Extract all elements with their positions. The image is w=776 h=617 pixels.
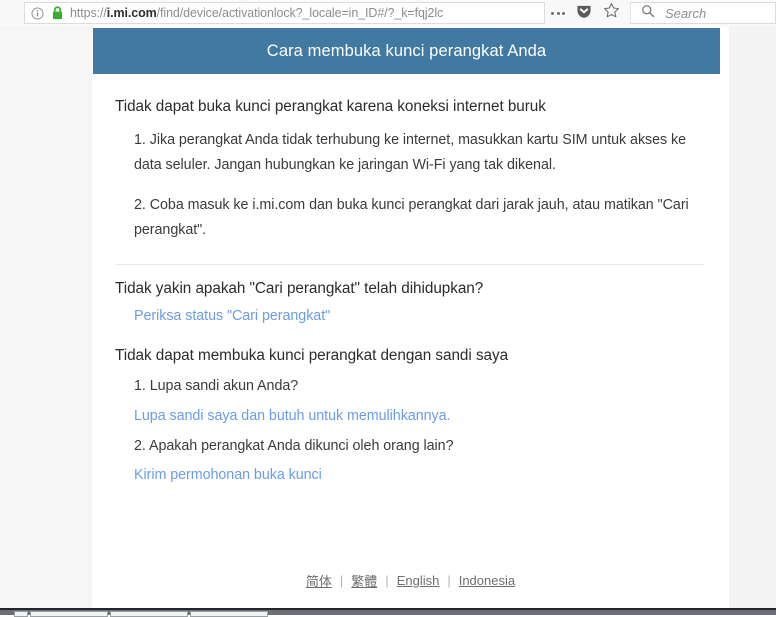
green-padlock-icon[interactable] <box>52 6 63 20</box>
search-input[interactable] <box>663 4 775 22</box>
section-1-paragraph-2: 2. Coba masuk ke i.mi.com dan buka kunci… <box>134 197 689 238</box>
page-title-banner: Cara membuka kunci perangkat Anda <box>93 28 720 74</box>
bookmark-star-icon[interactable] <box>603 2 620 24</box>
info-circle-icon[interactable] <box>31 7 44 20</box>
section-3-link-row-2: Kirim permohonan buka kunci <box>115 454 705 484</box>
content-card: Cara membuka kunci perangkat Anda Tidak … <box>92 26 729 608</box>
os-taskbar <box>0 608 776 617</box>
footer-separator-3: | <box>447 573 451 588</box>
card-body: Tidak dapat buka kunci perangkat karena … <box>92 74 729 484</box>
browser-toolbar: https://i.mi.com/find/device/activationl… <box>0 0 776 26</box>
section-3-question-1: 1. Lupa sandi akun Anda? <box>134 378 299 394</box>
url-text: https://i.mi.com/find/device/activationl… <box>70 6 540 20</box>
page-title: Cara membuka kunci perangkat Anda <box>266 41 547 60</box>
taskbar-window-item[interactable] <box>190 611 268 617</box>
taskbar-window-item[interactable] <box>110 611 188 617</box>
section-2-link-row: Periksa status "Cari perangkat" <box>115 298 705 325</box>
footer-separator-2: | <box>385 573 389 588</box>
language-link-english[interactable]: English <box>397 573 440 588</box>
submit-unlock-request-link[interactable]: Kirim permohonan buka kunci <box>134 467 322 483</box>
check-find-device-status-link[interactable]: Periksa status "Cari perangkat" <box>134 308 330 324</box>
magnifier-icon <box>641 4 655 23</box>
taskbar-window-item[interactable] <box>30 611 108 617</box>
section-3-link-row-1: Lupa sandi saya dan butuh untuk memulihk… <box>115 394 705 425</box>
language-link-simplified-chinese[interactable]: 简体 <box>306 571 332 590</box>
search-bar[interactable] <box>630 2 776 24</box>
page-viewport: Cara membuka kunci perangkat Anda Tidak … <box>0 26 776 608</box>
footer-separator-1: | <box>339 573 344 588</box>
section-1-paragraph-1: 1. Jika perangkat Anda tidak terhubung k… <box>134 132 687 173</box>
page-background-left <box>0 26 92 608</box>
pocket-shield-icon[interactable] <box>576 3 592 24</box>
more-dots-icon[interactable] <box>551 11 565 15</box>
language-link-traditional-chinese[interactable]: 繁體 <box>351 571 377 590</box>
language-switcher: 简体 | 繁體 | English | Indonesia <box>92 571 729 590</box>
section-3-question-2: 2. Apakah perangkat Anda dikunci oleh or… <box>134 438 454 454</box>
section-2-heading: Tidak yakin apakah "Cari perangkat" tela… <box>115 280 484 297</box>
section-1-heading: Tidak dapat buka kunci perangkat karena … <box>115 98 546 115</box>
url-domain: i.mi.com <box>106 6 157 20</box>
url-path: /find/device/activationlock?_locale=in_I… <box>156 6 444 20</box>
url-prefix: https:// <box>70 6 107 20</box>
taskbar-start-button[interactable] <box>14 611 28 617</box>
toolbar-icon-group <box>547 0 628 26</box>
recover-password-link[interactable]: Lupa sandi saya dan butuh untuk memulihk… <box>134 408 450 424</box>
url-bar[interactable]: https://i.mi.com/find/device/activationl… <box>24 2 545 24</box>
language-link-indonesia[interactable]: Indonesia <box>459 573 515 588</box>
section-3-heading: Tidak dapat membuka kunci perangkat deng… <box>115 347 509 364</box>
